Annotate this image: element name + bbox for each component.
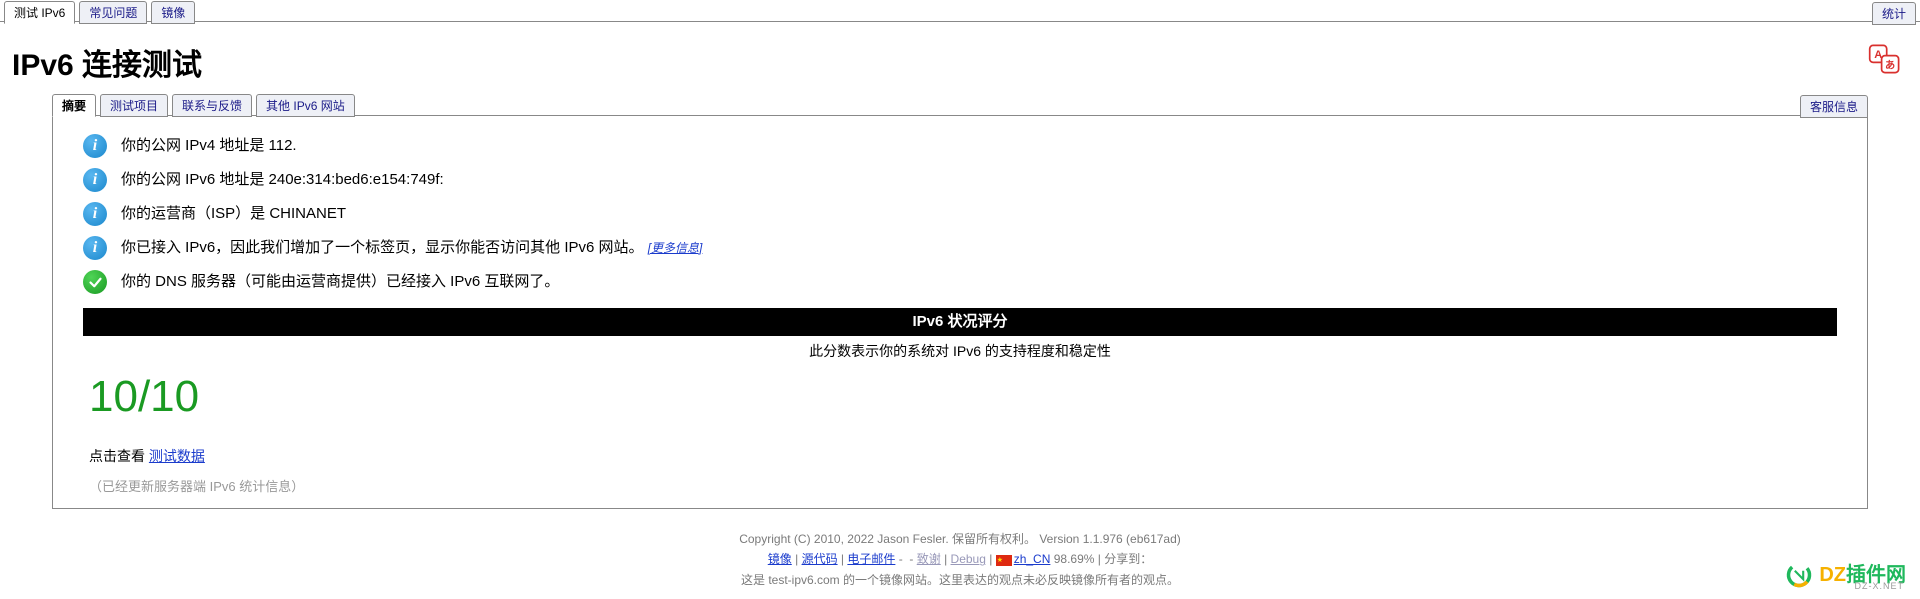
language-icon[interactable]: A あ — [1868, 42, 1902, 76]
info-icon: i — [83, 236, 107, 260]
result-text: 你的 DNS 服务器（可能由运营商提供）已经接入 IPv6 互联网了。 — [121, 270, 559, 294]
top-tab-bar: 测试 IPv6 常见问题 镜像 统计 — [0, 0, 1920, 22]
footer-link-thanks[interactable]: 致谢 — [917, 552, 941, 566]
watermark-logo-icon — [1785, 561, 1813, 589]
footer: Copyright (C) 2010, 2022 Jason Fesler. 保… — [0, 529, 1920, 590]
info-icon: i — [83, 168, 107, 192]
inner-tab-contact[interactable]: 联系与反馈 — [172, 94, 252, 117]
inner-tab-other-sites[interactable]: 其他 IPv6 网站 — [256, 94, 355, 117]
inner-tab-service-info[interactable]: 客服信息 — [1800, 95, 1868, 118]
flag-icon — [996, 555, 1012, 566]
check-icon — [83, 270, 107, 294]
top-tab-faq[interactable]: 常见问题 — [79, 1, 147, 24]
result-row-isp: i 你的运营商（ISP）是 CHINANET — [83, 202, 1837, 226]
top-tab-test-ipv6[interactable]: 测试 IPv6 — [4, 1, 75, 24]
footer-link-email[interactable]: 电子邮件 — [847, 552, 895, 566]
inner-tab-summary[interactable]: 摘要 — [52, 94, 96, 117]
info-icon: i — [83, 202, 107, 226]
watermark-sub: DZ-X.NET — [1855, 579, 1905, 594]
score-value: 10/10 — [83, 362, 1837, 442]
result-row-dns: 你的 DNS 服务器（可能由运营商提供）已经接入 IPv6 互联网了。 — [83, 270, 1837, 294]
footer-share-label: 分享到： — [1104, 552, 1152, 566]
result-text: 你的公网 IPv6 地址是 240e:314:bed6:e154:749f: — [121, 168, 444, 192]
footer-links: 镜像 | 源代码 | 电子邮件 - - 致谢 | Debug | zh_CN 9… — [0, 549, 1920, 569]
test-data-link[interactable]: 测试数据 — [149, 448, 205, 464]
test-data-prefix: 点击查看 — [89, 448, 149, 464]
result-text-span: 你已接入 IPv6，因此我们增加了一个标签页，显示你能否访问其他 IPv6 网站… — [121, 239, 644, 256]
footer-copyright: Copyright (C) 2010, 2022 Jason Fesler. 保… — [0, 529, 1920, 549]
svg-text:あ: あ — [1885, 58, 1895, 71]
summary-panel: i 你的公网 IPv4 地址是 112. i 你的公网 IPv6 地址是 240… — [52, 116, 1868, 509]
result-text: 你的公网 IPv4 地址是 112. — [121, 134, 297, 158]
page-title: IPv6 连接测试 A あ — [0, 22, 1920, 94]
result-row-ipv6: i 你的公网 IPv6 地址是 240e:314:bed6:e154:749f: — [83, 168, 1837, 192]
footer-percent: 98.69% — [1054, 552, 1095, 566]
footer-link-locale[interactable]: zh_CN — [1014, 552, 1051, 566]
test-data-line: 点击查看 测试数据 — [83, 443, 1837, 477]
more-info-link[interactable]: [更多信息] — [648, 241, 703, 255]
footer-mirror-note: 这是 test-ipv6.com 的一个镜像网站。这里表达的观点未必反映镜像所有… — [0, 570, 1920, 590]
footer-link-debug[interactable]: Debug — [951, 552, 986, 566]
info-icon: i — [83, 134, 107, 158]
results-container: 摘要 测试项目 联系与反馈 其他 IPv6 网站 客服信息 i 你的公网 IPv… — [52, 94, 1868, 509]
footer-link-source[interactable]: 源代码 — [802, 552, 838, 566]
watermark: DZ插件网 DZ-X.NET — [1785, 558, 1906, 592]
inner-tab-bar: 摘要 测试项目 联系与反馈 其他 IPv6 网站 客服信息 — [52, 94, 1868, 116]
result-row-ipv4: i 你的公网 IPv4 地址是 112. — [83, 134, 1837, 158]
watermark-brand1: DZ — [1819, 564, 1846, 586]
result-row-ipv6-access: i 你已接入 IPv6，因此我们增加了一个标签页，显示你能否访问其他 IPv6 … — [83, 236, 1837, 260]
stats-updated-note: （已经更新服务器端 IPv6 统计信息） — [83, 477, 1837, 502]
score-header: IPv6 状况评分 — [83, 308, 1837, 336]
page-title-text: IPv6 连接测试 — [12, 49, 202, 82]
inner-tab-tests[interactable]: 测试项目 — [100, 94, 168, 117]
top-tab-mirrors[interactable]: 镜像 — [151, 1, 195, 24]
score-description: 此分数表示你的系统对 IPv6 的支持程度和稳定性 — [83, 340, 1837, 362]
result-text: 你已接入 IPv6，因此我们增加了一个标签页，显示你能否访问其他 IPv6 网站… — [121, 236, 702, 260]
footer-link-mirror[interactable]: 镜像 — [768, 552, 792, 566]
result-text: 你的运营商（ISP）是 CHINANET — [121, 202, 346, 226]
